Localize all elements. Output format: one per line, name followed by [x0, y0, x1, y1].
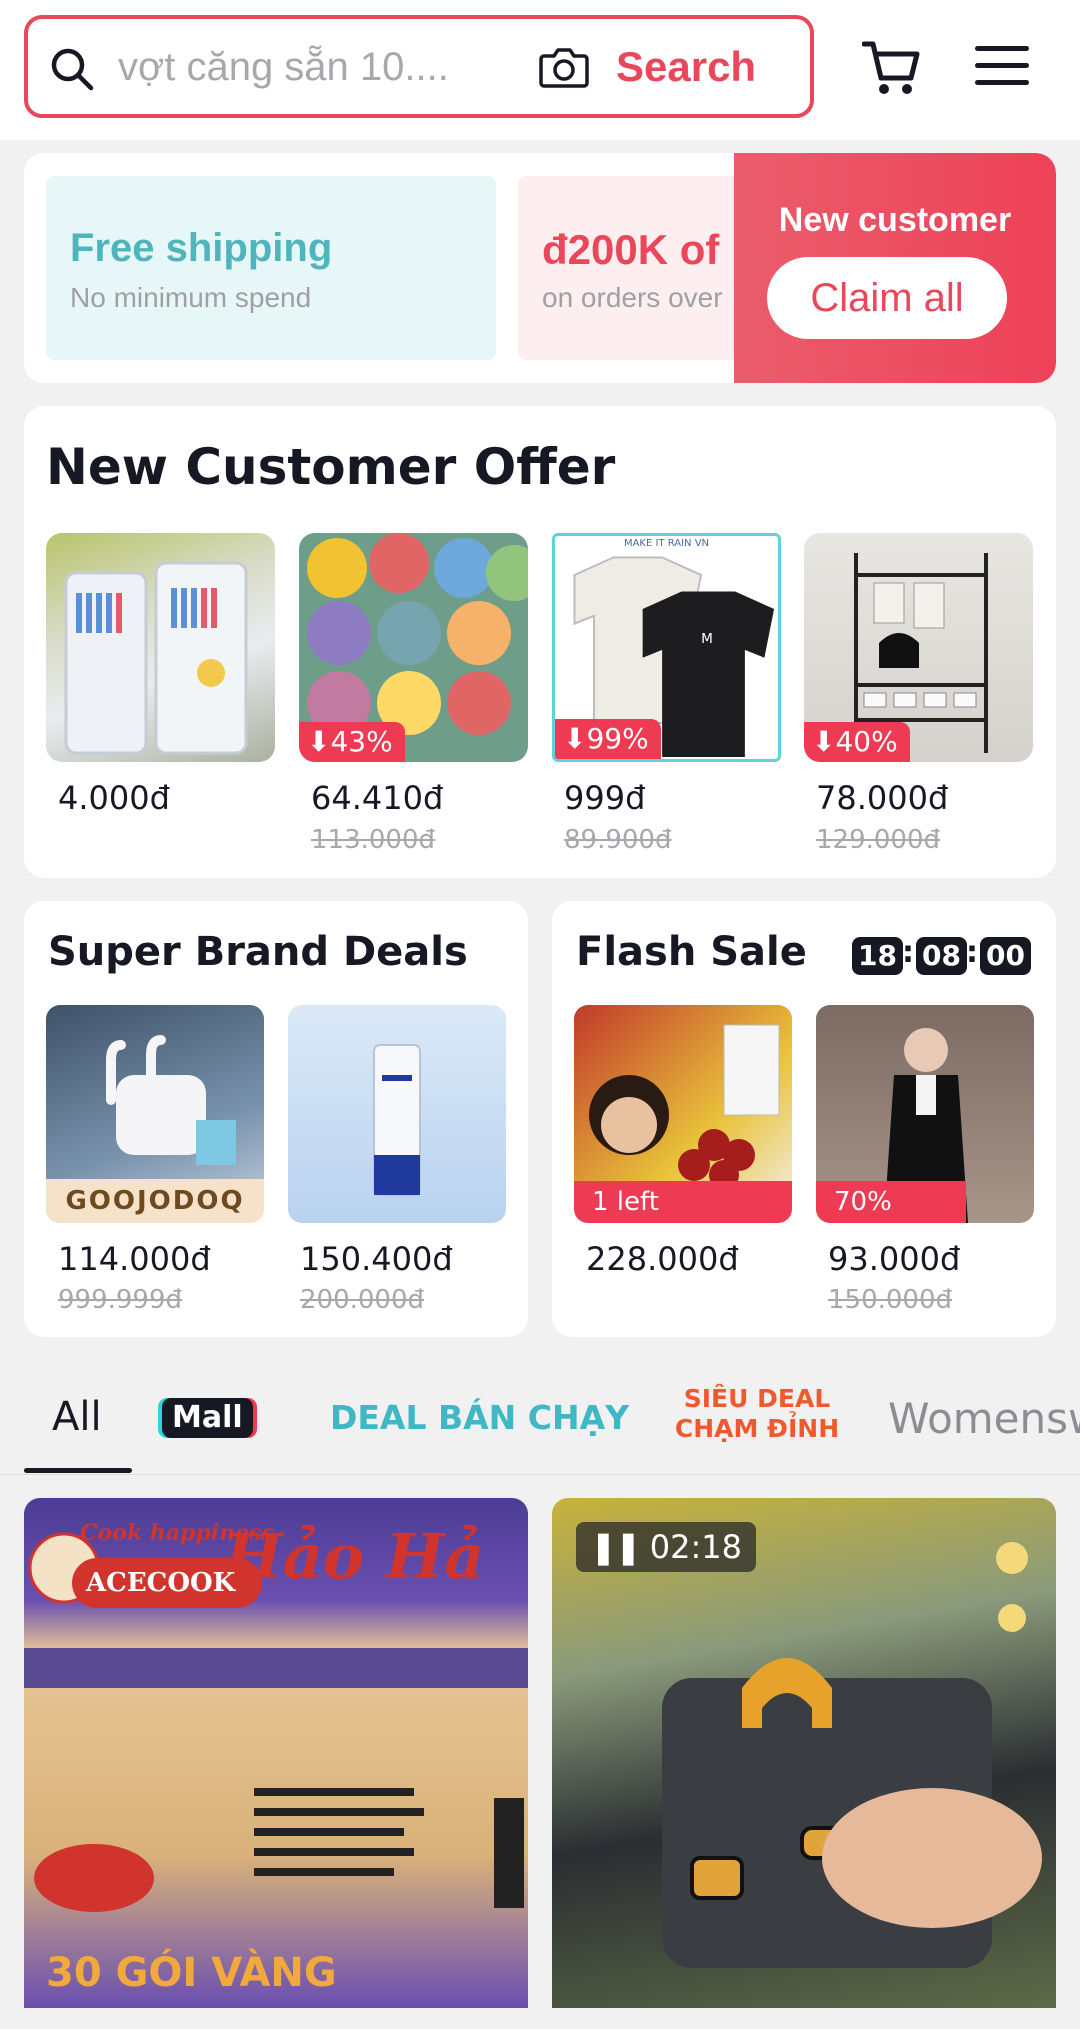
search-button[interactable]: Search — [616, 37, 756, 97]
flash-sale-section: Flash Sale 18 : 08 : 00 1 left 228.000đ … — [552, 901, 1056, 1337]
brand-maker: ACECOOK — [86, 1568, 236, 1598]
original-price: 200.000đ — [300, 1285, 425, 1315]
menu-icon[interactable] — [975, 44, 1029, 88]
product-image-caption: MAKE IT RAIN VN — [623, 538, 710, 549]
product-price: 150.400đ — [300, 1240, 453, 1278]
timer-hours: 18 — [852, 937, 903, 975]
claim-all-button[interactable]: Claim all — [767, 257, 1007, 339]
product-card[interactable]: 150.400đ 200.000đ — [288, 1005, 506, 1315]
pause-icon: ❚❚ — [590, 1528, 642, 1566]
coupon-subtitle: No minimum spend — [70, 282, 312, 313]
discount-badge: ⬇43% — [299, 722, 405, 762]
coupon-banner: Free shipping No minimum spend đ200K of … — [24, 153, 1056, 383]
product-image: MAKE IT RAIN VN M ⬇99% — [552, 533, 781, 762]
discount-badge: ⬇99% — [555, 719, 661, 759]
new-customer-claim-panel: New customer Claim all — [734, 153, 1056, 383]
tab-all[interactable]: All — [52, 1394, 102, 1440]
product-image: 70% — [816, 1005, 1034, 1223]
product-price: 93.000đ — [828, 1240, 961, 1278]
section-title[interactable]: Super Brand Deals — [48, 929, 468, 975]
product-price: 4.000đ — [58, 779, 170, 817]
product-price: 999đ — [564, 779, 646, 817]
product-price: 64.410đ — [311, 779, 444, 817]
tab-mall[interactable]: Mall — [162, 1398, 253, 1438]
active-tab-indicator — [24, 1468, 132, 1473]
product-card[interactable]: MAKE IT RAIN VN M ⬇99% 999đ 89.900đ — [552, 533, 781, 855]
timer-colon: : — [966, 935, 978, 970]
video-duration-badge: ❚❚ 02:18 — [576, 1522, 757, 1572]
original-price: 129.000đ — [816, 825, 941, 855]
tab-womenswear[interactable]: Womensw — [888, 1394, 1080, 1443]
coupon-subtitle: on orders over — [542, 282, 723, 313]
feed-item[interactable]: Hảo Hả 30 GÓI VÀNG Cook happiness ACECOO… — [24, 1498, 528, 2008]
discount-label: 70% — [816, 1181, 966, 1223]
original-price: 113.000đ — [311, 825, 436, 855]
original-price: 150.000đ — [828, 1285, 953, 1315]
coupon-title: Free shipping — [70, 226, 333, 270]
product-price: 228.000đ — [586, 1240, 739, 1278]
product-image: ⬇43% — [299, 533, 528, 762]
product-image — [46, 533, 275, 762]
search-icon — [51, 48, 94, 91]
cart-icon[interactable] — [862, 38, 922, 98]
svg-text:M: M — [701, 631, 713, 647]
coupon-title: đ200K of — [542, 226, 720, 273]
super-brand-deals-section: Super Brand Deals GOOJODOQ 114.000đ 999.… — [24, 901, 528, 1337]
product-price: 78.000đ — [816, 779, 949, 817]
free-shipping-coupon[interactable]: Free shipping No minimum spend — [46, 176, 496, 360]
tab-deal-ban-chay[interactable]: DEAL BÁN CHẠY — [330, 1398, 629, 1437]
section-title[interactable]: Flash Sale — [576, 929, 807, 975]
timer-minutes: 08 — [916, 937, 967, 975]
svg-text:30 GÓI VÀNG: 30 GÓI VÀNG — [46, 1948, 337, 1996]
product-image: 1 left — [574, 1005, 792, 1223]
product-image: ⬇40% — [804, 533, 1033, 762]
product-image — [288, 1005, 506, 1223]
tab-sieu-deal-line1: SIÊU DEAL — [683, 1384, 831, 1413]
brand-label: GOOJODOQ — [46, 1179, 264, 1223]
product-card[interactable]: ⬇40% 78.000đ 129.000đ — [804, 533, 1033, 855]
tab-sieu-deal[interactable]: SIÊU DEAL CHẠM ĐỈNH — [672, 1384, 842, 1444]
stock-label: 1 left — [574, 1181, 792, 1223]
timer-seconds: 00 — [980, 937, 1031, 975]
category-tabs: All Mall DEAL BÁN CHẠY SIÊU DEAL CHẠM ĐỈ… — [0, 1368, 1080, 1476]
product-price: 114.000đ — [58, 1240, 211, 1278]
product-image: GOOJODOQ — [46, 1005, 264, 1223]
search-bar[interactable]: Search — [24, 15, 814, 118]
new-customer-offer-section: New Customer Offer 4.000đ ⬇43% 64.410đ 1… — [24, 406, 1056, 878]
original-price: 999.999đ — [58, 1285, 183, 1315]
timer-colon: : — [902, 935, 914, 970]
divider — [0, 1474, 1080, 1475]
tab-sieu-deal-line2: CHẠM ĐỈNH — [674, 1414, 840, 1443]
discount-badge: ⬇40% — [804, 722, 910, 762]
section-title[interactable]: New Customer Offer — [46, 438, 615, 496]
product-card[interactable]: GOOJODOQ 114.000đ 999.999đ — [46, 1005, 264, 1315]
original-price: 89.900đ — [564, 825, 672, 855]
brand-tagline: Cook happiness — [80, 1520, 274, 1546]
search-input[interactable] — [118, 39, 518, 95]
feed-video-item[interactable]: ❚❚ 02:18 — [552, 1498, 1056, 2008]
product-card[interactable]: 70% 93.000đ 150.000đ — [816, 1005, 1034, 1315]
video-duration: 02:18 — [649, 1528, 743, 1566]
product-card[interactable]: 1 left 228.000đ — [574, 1005, 792, 1278]
camera-icon[interactable] — [538, 42, 590, 92]
product-card[interactable]: ⬇43% 64.410đ 113.000đ — [299, 533, 528, 855]
product-card[interactable]: 4.000đ — [46, 533, 275, 817]
new-customer-label: New customer — [778, 201, 1012, 239]
header: Search — [0, 0, 1080, 140]
